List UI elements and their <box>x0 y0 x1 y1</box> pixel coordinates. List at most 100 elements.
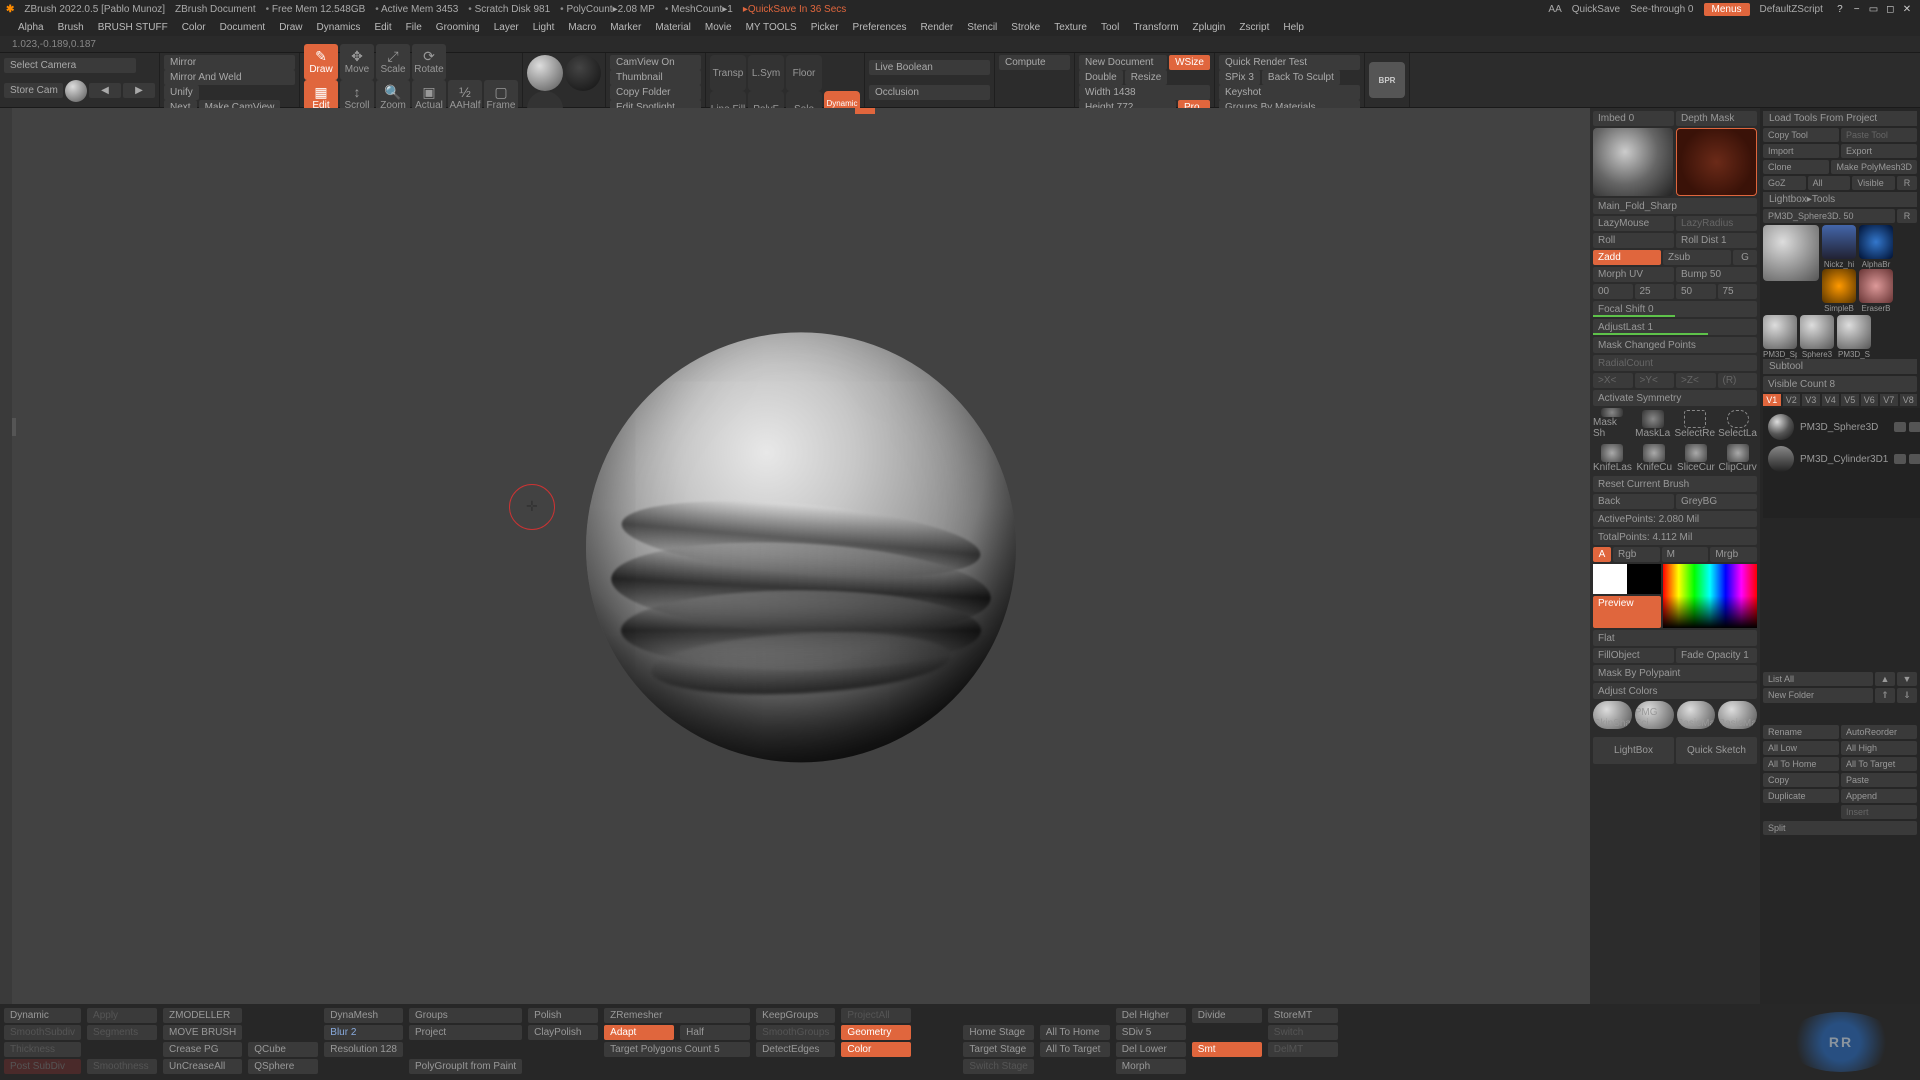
timeline-marker[interactable] <box>855 108 875 114</box>
all-to-target-button[interactable]: All To Target <box>1841 757 1917 771</box>
bump-slider[interactable]: Bump 50 <box>1676 267 1757 282</box>
tool-thumb-4[interactable]: SimpleB <box>1822 269 1856 303</box>
scale-mode-button[interactable]: ⤢Scale <box>376 44 410 80</box>
visible-count-slider[interactable]: Visible Count 8 <box>1763 376 1917 392</box>
keyshot-button[interactable]: Keyshot <box>1219 85 1360 100</box>
copy-tool-button[interactable]: Copy Tool <box>1763 128 1839 142</box>
all-to-home-button[interactable]: All To Home <box>1040 1025 1110 1040</box>
spix-slider[interactable]: SPix 3 <box>1219 70 1260 85</box>
thumbnail-button[interactable]: Thumbnail <box>610 70 701 85</box>
menu-tool[interactable]: Tool <box>1101 22 1119 33</box>
g-button[interactable]: G <box>1733 250 1757 265</box>
new-document-button[interactable]: New Document <box>1079 55 1167 70</box>
insert-button[interactable]: Insert <box>1841 805 1917 819</box>
lightbox-tools-button[interactable]: Lightbox▸Tools <box>1763 192 1917 207</box>
mrgb-button[interactable]: Mrgb <box>1710 547 1757 562</box>
target-polygons-slider[interactable]: Target Polygons Count 5 <box>604 1042 750 1057</box>
menu-color[interactable]: Color <box>182 22 206 33</box>
resolution-slider[interactable]: Resolution 128 <box>324 1042 403 1057</box>
rolldist-slider[interactable]: Roll Dist 1 <box>1676 233 1757 248</box>
greybg-button[interactable]: GreyBG <box>1676 494 1757 509</box>
tool-name-field[interactable]: PM3D_Sphere3D. 50 <box>1763 209 1895 223</box>
export-button[interactable]: Export <box>1841 144 1917 158</box>
duplicate-button[interactable]: Duplicate <box>1763 789 1839 803</box>
switch-stage-button[interactable]: Switch Stage <box>963 1059 1033 1074</box>
menu-brushstuff[interactable]: BRUSH STUFF <box>98 22 168 33</box>
zsub-button[interactable]: Zsub <box>1663 250 1731 265</box>
load-tools-header[interactable]: Load Tools From Project <box>1763 111 1917 126</box>
arrow-down-icon[interactable]: ▼ <box>1897 672 1917 686</box>
window-restore-icon[interactable]: ▭ <box>1866 4 1880 15</box>
zmodeller-button[interactable]: ZMODELLER <box>163 1008 242 1023</box>
all-low-button[interactable]: All Low <box>1763 741 1839 755</box>
polish-button[interactable]: Polish <box>528 1008 598 1023</box>
defaultzscript-button[interactable]: DefaultZScript <box>1760 4 1823 15</box>
tool-r-button[interactable]: R <box>1897 209 1917 223</box>
roll-button[interactable]: Roll <box>1593 233 1674 248</box>
fill-object-button[interactable]: FillObject <box>1593 648 1674 663</box>
v1-button[interactable]: V1 <box>1763 394 1781 406</box>
menu-marker[interactable]: Marker <box>610 22 641 33</box>
keepgroups-button[interactable]: KeepGroups <box>756 1008 835 1023</box>
new-folder-button[interactable]: New Folder <box>1763 688 1873 703</box>
wsize-button[interactable]: WSize <box>1169 55 1210 70</box>
adjustlast-slider[interactable]: AdjustLast 1 <box>1593 319 1757 335</box>
mirror-weld-button[interactable]: Mirror And Weld <box>164 70 295 85</box>
move-down-icon[interactable]: ⇓ <box>1897 688 1917 703</box>
radialcount-slider[interactable]: RadialCount <box>1593 355 1757 371</box>
menu-macro[interactable]: Macro <box>568 22 596 33</box>
projectall-button[interactable]: ProjectAll <box>841 1008 911 1023</box>
menu-material[interactable]: Material <box>655 22 691 33</box>
goz-button[interactable]: GoZ <box>1763 176 1806 190</box>
eye-icon[interactable] <box>1909 454 1920 464</box>
menu-draw[interactable]: Draw <box>279 22 302 33</box>
tool-thumb-3[interactable]: PM3D_Sphere3D <box>1763 315 1797 349</box>
project-button[interactable]: Project <box>409 1025 522 1040</box>
compute-button[interactable]: Compute <box>999 55 1070 70</box>
make-polymesh-button[interactable]: Make PolyMesh3D <box>1831 160 1917 174</box>
double-button[interactable]: Double <box>1079 70 1123 85</box>
smoothness-slider[interactable]: Smoothness <box>87 1059 157 1074</box>
menu-mytools[interactable]: MY TOOLS <box>746 22 797 33</box>
window-help-icon[interactable]: ? <box>1833 4 1847 15</box>
menu-stencil[interactable]: Stencil <box>967 22 997 33</box>
mask-changed-points-button[interactable]: Mask Changed Points <box>1593 337 1757 353</box>
v5-button[interactable]: V5 <box>1841 394 1859 406</box>
rgb-button[interactable]: Rgb <box>1613 547 1660 562</box>
store-cam-button[interactable]: Store Cam <box>4 83 63 98</box>
menu-zplugin[interactable]: Zplugin <box>1193 22 1226 33</box>
fade-opacity-slider[interactable]: Fade Opacity 1 <box>1676 648 1757 663</box>
list-all-button[interactable]: List All <box>1763 672 1873 686</box>
geometry-button[interactable]: Geometry <box>841 1025 911 1040</box>
select-camera-button[interactable]: Select Camera <box>4 58 136 73</box>
mask-shape-button[interactable]: Mask Sh <box>1593 408 1631 440</box>
color-white-swatch[interactable] <box>1593 564 1627 594</box>
window-max-icon[interactable]: ◻ <box>1883 4 1897 15</box>
subtool-row-0[interactable]: PM3D_Sphere3D <box>1766 411 1920 443</box>
quick-render-button[interactable]: Quick Render Test <box>1219 55 1360 70</box>
movebrush-button[interactable]: MOVE BRUSH <box>163 1025 242 1040</box>
storemt-button[interactable]: StoreMT <box>1268 1008 1338 1023</box>
blur-slider[interactable]: Blur 2 <box>324 1025 403 1040</box>
paste-tool-button[interactable]: Paste Tool <box>1841 128 1917 142</box>
move-up-icon[interactable]: ⇑ <box>1875 688 1895 703</box>
sym-z[interactable]: >Z< <box>1676 373 1716 388</box>
tool-thumb-main[interactable] <box>1763 225 1819 281</box>
divide-button[interactable]: Divide <box>1192 1008 1262 1023</box>
split-button[interactable]: Split <box>1763 821 1917 835</box>
segments-slider[interactable]: Segments <box>87 1025 157 1040</box>
menu-file[interactable]: File <box>406 22 422 33</box>
color-button[interactable]: Color <box>841 1042 911 1057</box>
alpha-thumb[interactable] <box>1676 128 1758 196</box>
draw-mode-button[interactable]: ✎Draw <box>304 44 338 80</box>
groups-button[interactable]: Groups <box>409 1008 522 1023</box>
goz-r-button[interactable]: R <box>1897 176 1917 190</box>
material-3[interactable]: BasicMa <box>1718 701 1757 729</box>
material-1[interactable]: PMG Sci <box>1635 701 1674 729</box>
flat-button[interactable]: Flat <box>1593 630 1757 646</box>
menu-light[interactable]: Light <box>533 22 555 33</box>
autoreorder-button[interactable]: AutoReorder <box>1841 725 1917 739</box>
color-black-swatch[interactable] <box>1627 564 1661 594</box>
alpha-thumb[interactable] <box>565 55 601 91</box>
imbed-slider[interactable]: Imbed 0 <box>1593 111 1674 126</box>
